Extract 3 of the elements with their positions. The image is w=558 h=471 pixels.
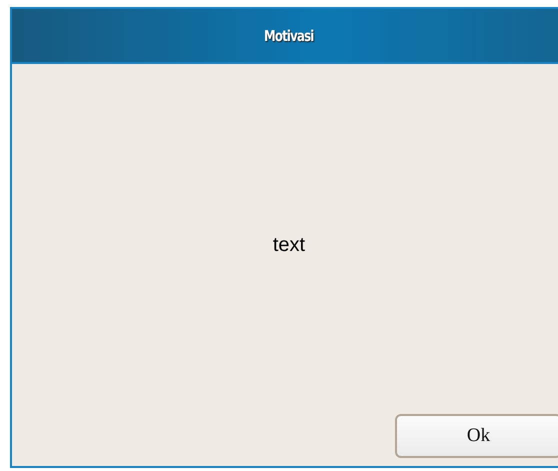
window-title: Motivasi [264, 26, 314, 44]
message-text: text [272, 234, 306, 256]
ok-button[interactable]: Ok [395, 414, 558, 458]
